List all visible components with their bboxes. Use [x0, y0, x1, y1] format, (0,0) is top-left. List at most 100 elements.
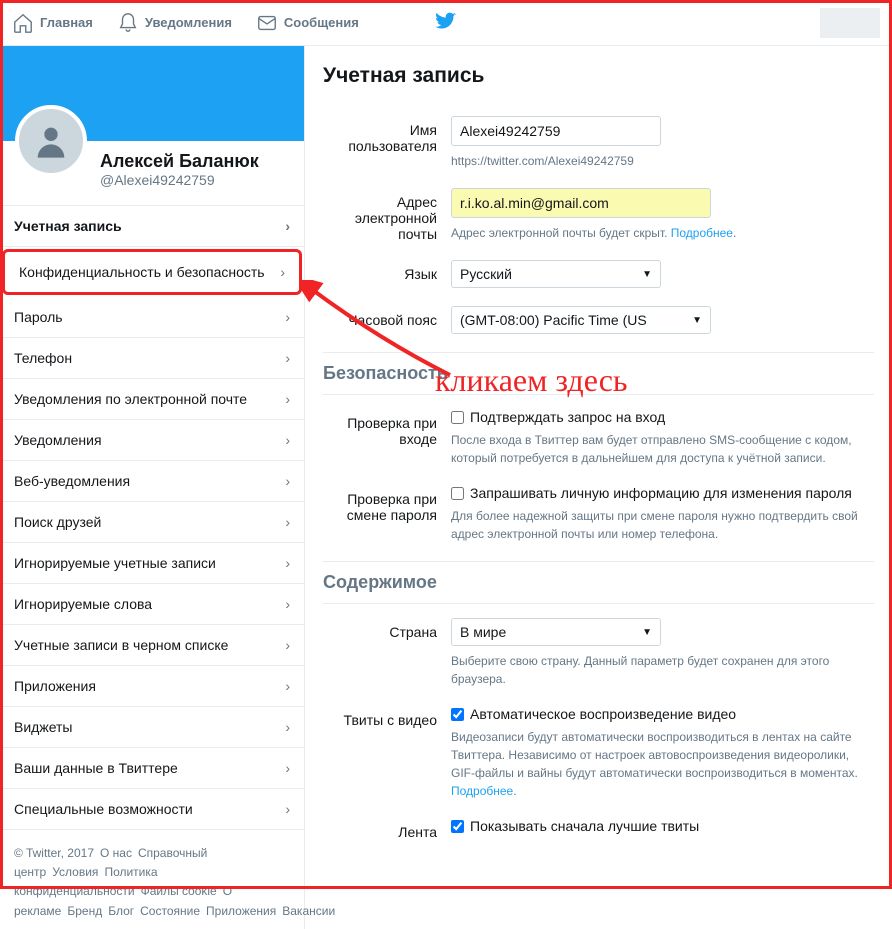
twitter-logo[interactable]	[435, 10, 457, 35]
bell-icon	[117, 12, 139, 34]
country-select[interactable]: В мире ▼	[451, 618, 661, 646]
sidebar-item-label: Уведомления по электронной почте	[14, 391, 247, 407]
sidebar-item-label: Веб-уведомления	[14, 473, 130, 489]
chevron-right-icon: ›	[285, 555, 290, 571]
email-help: Адрес электронной почты будет скрыт. Под…	[451, 224, 874, 242]
sidebar: Алексей Баланюк @Alexei49242759 Учетная …	[0, 46, 305, 929]
chevron-right-icon: ›	[285, 473, 290, 489]
pw-verify-check-label: Запрашивать личную информацию для измене…	[470, 485, 852, 501]
nav-messages-label: Сообщения	[284, 15, 359, 30]
chevron-right-icon: ›	[285, 719, 290, 735]
video-label: Твиты с видео	[323, 706, 451, 800]
video-help-link[interactable]: Подробнее	[451, 784, 513, 798]
chevron-right-icon: ›	[285, 309, 290, 325]
sidebar-item-label: Приложения	[14, 678, 96, 694]
chevron-right-icon: ›	[280, 264, 285, 280]
home-icon	[12, 12, 34, 34]
sidebar-item-9[interactable]: Игнорируемые слова ›	[0, 584, 304, 625]
footer-links: © Twitter, 2017О насСправочный центрУсло…	[0, 830, 304, 929]
sidebar-item-0[interactable]: Учетная запись›	[0, 206, 304, 247]
username-label: Имя пользователя	[323, 116, 451, 170]
chevron-down-icon: ▼	[642, 269, 652, 280]
email-label: Адрес электронной почты	[323, 188, 451, 242]
sidebar-item-label: Учетные записи в черном списке	[14, 637, 228, 653]
sidebar-item-label: Ваши данные в Твиттере	[14, 760, 178, 776]
footer-link-9[interactable]: Приложения	[206, 904, 276, 918]
footer-link-4[interactable]: Файлы cookie	[141, 884, 217, 898]
chevron-right-icon: ›	[285, 432, 290, 448]
chevron-right-icon: ›	[285, 760, 290, 776]
sidebar-item-11[interactable]: Приложения ›	[0, 666, 304, 707]
sidebar-item-8[interactable]: Игнорируемые учетные записи›	[0, 543, 304, 584]
sidebar-item-1[interactable]: Конфиденциальность и безопасность ›	[2, 249, 302, 295]
video-help: Видеозаписи будут автоматически воспроиз…	[451, 728, 874, 800]
footer-copyright: © Twitter, 2017	[14, 846, 94, 860]
topbar-placeholder	[820, 8, 880, 38]
chevron-right-icon: ›	[285, 678, 290, 694]
footer-link-7[interactable]: Блог	[108, 904, 134, 918]
pw-verify-label: Проверка при смене пароля	[323, 485, 451, 543]
nav-notifications[interactable]: Уведомления	[117, 12, 232, 34]
footer-link-6[interactable]: Бренд	[67, 904, 102, 918]
login-verify-checkbox[interactable]	[451, 411, 464, 424]
chevron-right-icon: ›	[285, 350, 290, 366]
settings-nav: Учетная запись›Конфиденциальность и безо…	[0, 206, 304, 830]
chevron-right-icon: ›	[285, 514, 290, 530]
profile-handle[interactable]: @Alexei49242759	[100, 172, 292, 188]
sidebar-item-12[interactable]: Виджеты›	[0, 707, 304, 748]
pw-verify-help: Для более надежной защиты при смене паро…	[451, 507, 874, 543]
sidebar-item-14[interactable]: Специальные возможности›	[0, 789, 304, 830]
sidebar-item-label: Уведомления	[14, 432, 102, 448]
person-icon	[31, 121, 71, 161]
topbar: Главная Уведомления Сообщения	[0, 0, 892, 46]
sidebar-item-4[interactable]: Уведомления по электронной почте ›	[0, 379, 304, 420]
chevron-right-icon: ›	[285, 391, 290, 407]
profile-name[interactable]: Алексей Баланюк	[100, 151, 292, 172]
footer-link-0[interactable]: О нас	[100, 846, 132, 860]
sidebar-item-2[interactable]: Пароль ›	[0, 297, 304, 338]
username-input[interactable]	[451, 116, 661, 146]
email-input[interactable]	[451, 188, 711, 218]
language-select[interactable]: Русский ▼	[451, 260, 661, 288]
chevron-down-icon: ▼	[692, 315, 702, 326]
sidebar-item-label: Пароль	[14, 309, 63, 325]
sidebar-item-label: Телефон	[14, 350, 72, 366]
page-title: Учетная запись	[323, 64, 874, 98]
pw-verify-checkbox[interactable]	[451, 487, 464, 500]
sidebar-item-6[interactable]: Веб-уведомления ›	[0, 461, 304, 502]
chevron-right-icon: ›	[285, 637, 290, 653]
chevron-right-icon: ›	[285, 801, 290, 817]
video-autoplay-checkbox[interactable]	[451, 708, 464, 721]
language-label: Язык	[323, 260, 451, 288]
timezone-select[interactable]: (GMT-08:00) Pacific Time (US ▼	[451, 306, 711, 334]
sidebar-item-5[interactable]: Уведомления ›	[0, 420, 304, 461]
main-content: Учетная запись Имя пользователя https://…	[305, 46, 892, 929]
login-verify-label: Проверка при входе	[323, 409, 451, 467]
email-help-link[interactable]: Подробнее	[671, 226, 733, 240]
profile-banner	[0, 46, 304, 141]
nav-notifications-label: Уведомления	[145, 15, 232, 30]
timezone-label: Часовой пояс	[323, 306, 451, 334]
sidebar-item-label: Игнорируемые слова	[14, 596, 152, 612]
country-help: Выберите свою страну. Данный параметр бу…	[451, 652, 874, 688]
sidebar-item-7[interactable]: Поиск друзей›	[0, 502, 304, 543]
video-check-label: Автоматическое воспроизведение видео	[470, 706, 736, 722]
avatar[interactable]	[15, 105, 87, 177]
chevron-right-icon: ›	[285, 218, 290, 234]
chevron-right-icon: ›	[285, 596, 290, 612]
sidebar-item-label: Конфиденциальность и безопасность	[19, 264, 265, 280]
nav-home[interactable]: Главная	[12, 12, 93, 34]
footer-link-2[interactable]: Условия	[52, 865, 98, 879]
feed-check-label: Показывать сначала лучшие твиты	[470, 818, 699, 834]
section-content: Содержимое	[323, 561, 874, 604]
sidebar-item-10[interactable]: Учетные записи в черном списке ›	[0, 625, 304, 666]
feed-best-first-checkbox[interactable]	[451, 820, 464, 833]
sidebar-item-13[interactable]: Ваши данные в Твиттере ›	[0, 748, 304, 789]
footer-link-8[interactable]: Состояние	[140, 904, 200, 918]
feed-label: Лента	[323, 818, 451, 840]
chevron-down-icon: ▼	[642, 627, 652, 638]
nav-messages[interactable]: Сообщения	[256, 12, 359, 34]
country-label: Страна	[323, 618, 451, 688]
login-verify-check-label: Подтверждать запрос на вход	[470, 409, 665, 425]
sidebar-item-3[interactable]: Телефон ›	[0, 338, 304, 379]
